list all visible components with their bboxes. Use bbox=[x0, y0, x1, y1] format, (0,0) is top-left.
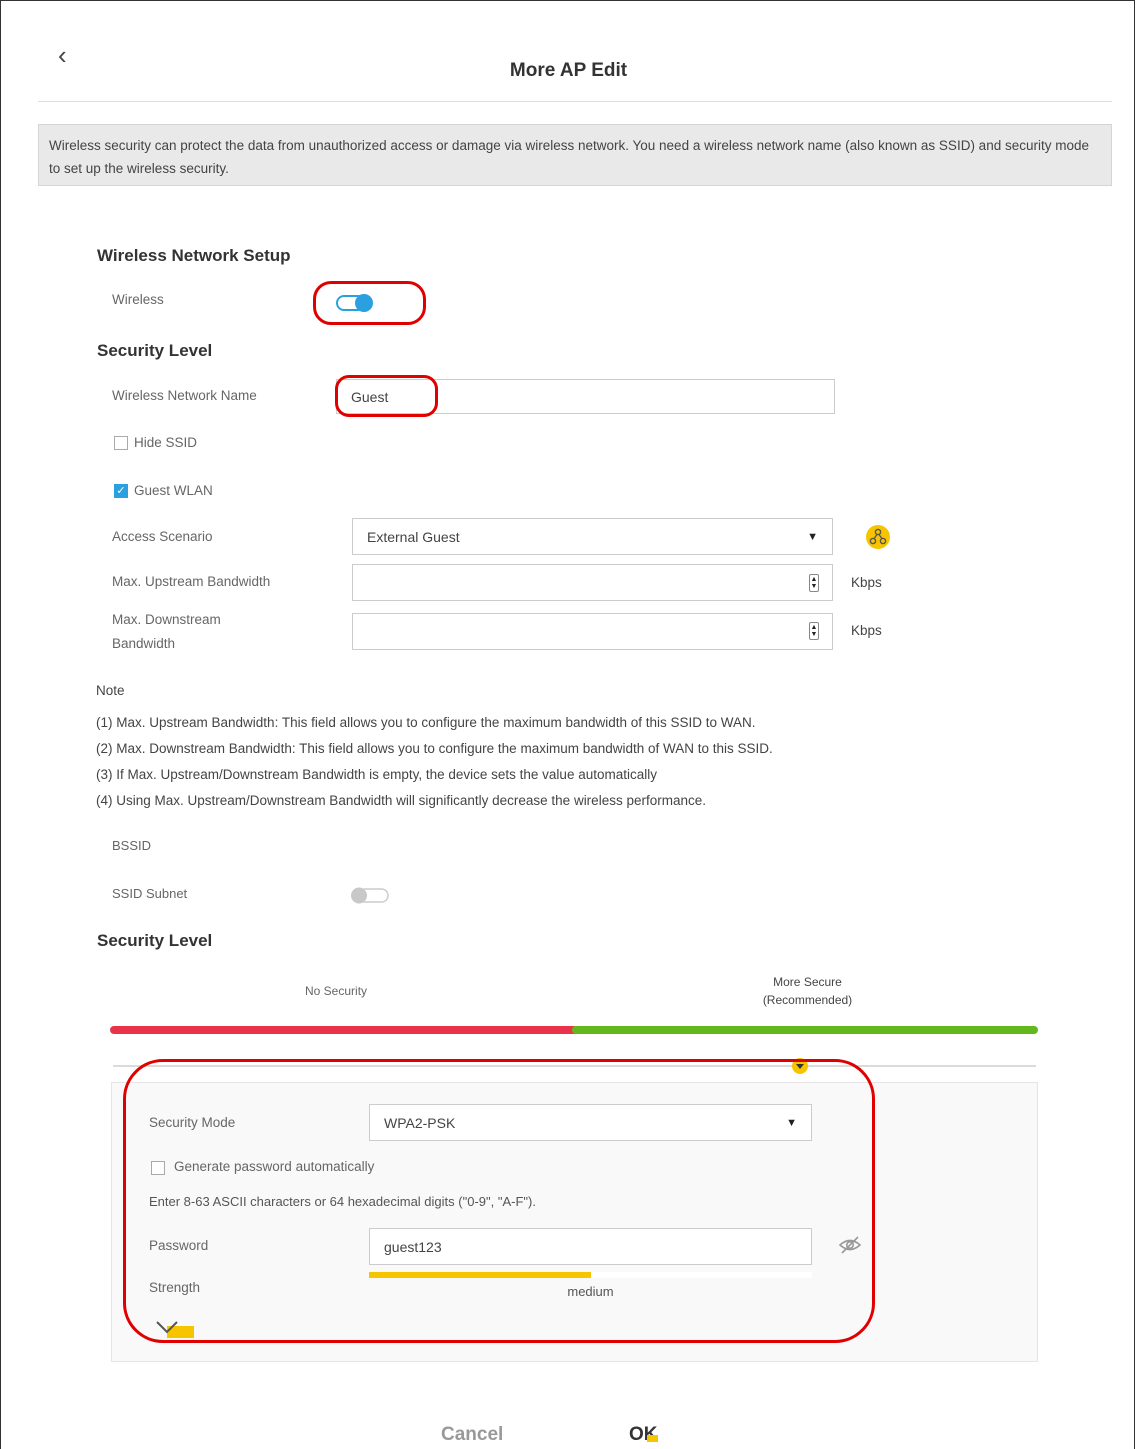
note-line: (2) Max. Downstream Bandwidth: This fiel… bbox=[96, 741, 773, 756]
note-line: (3) If Max. Upstream/Downstream Bandwidt… bbox=[96, 767, 657, 782]
downstream-input[interactable] bbox=[352, 613, 833, 650]
upstream-input[interactable] bbox=[352, 564, 833, 601]
downstream-spinner[interactable]: ▲ ▼ bbox=[809, 622, 819, 640]
ssid-label: Wireless Network Name bbox=[112, 388, 257, 403]
strength-bar bbox=[369, 1272, 591, 1278]
hide-ssid-label: Hide SSID bbox=[134, 435, 198, 450]
strength-track bbox=[369, 1272, 812, 1278]
wireless-setup-heading: Wireless Network Setup bbox=[97, 246, 291, 265]
ssid-subnet-label: SSID Subnet bbox=[112, 886, 188, 901]
note-line: (1) Max. Upstream Bandwidth: This field … bbox=[96, 715, 756, 730]
generate-password-label: Generate password automatically bbox=[174, 1159, 375, 1174]
upstream-spinner[interactable]: ▲ ▼ bbox=[809, 574, 819, 592]
security-level-heading-2: Security Level bbox=[97, 931, 213, 950]
no-security-label: No Security bbox=[305, 984, 368, 998]
password-hint: Enter 8-63 ASCII characters or 64 hexade… bbox=[149, 1194, 536, 1209]
hide-ssid-checkbox[interactable] bbox=[114, 436, 128, 450]
wireless-label: Wireless bbox=[112, 292, 164, 307]
note-title: Note bbox=[96, 683, 125, 698]
downstream-label-line2: Bandwidth bbox=[112, 636, 176, 651]
generate-password-checkbox[interactable] bbox=[151, 1161, 165, 1175]
downstream-label-line1: Max. Downstream bbox=[112, 612, 221, 627]
upstream-label: Max. Upstream Bandwidth bbox=[112, 574, 271, 589]
caret-down-icon: ▼ bbox=[786, 1116, 797, 1129]
access-scenario-value: External Guest bbox=[367, 528, 460, 545]
strength-value: medium bbox=[567, 1284, 614, 1299]
password-label: Password bbox=[149, 1238, 209, 1253]
recommended-label: (Recommended) bbox=[762, 993, 853, 1007]
eye-off-icon[interactable] bbox=[838, 1235, 862, 1255]
collapse-chevron-icon[interactable] bbox=[153, 1320, 195, 1340]
upstream-unit: Kbps bbox=[851, 575, 882, 590]
ok-button[interactable]: OK bbox=[629, 1424, 658, 1446]
divider bbox=[38, 101, 1112, 102]
more-secure-label: More Secure bbox=[773, 975, 842, 989]
cancel-button[interactable]: Cancel bbox=[441, 1424, 503, 1446]
wireless-toggle[interactable] bbox=[336, 292, 376, 314]
page-title: More AP Edit bbox=[509, 60, 628, 81]
password-input[interactable]: guest123 bbox=[369, 1228, 812, 1265]
highlight-ssid bbox=[335, 375, 438, 417]
network-topology-icon[interactable] bbox=[866, 525, 890, 549]
caret-down-icon: ▼ bbox=[807, 530, 818, 543]
info-banner: Wireless security can protect the data f… bbox=[38, 124, 1112, 186]
security-mode-select[interactable]: WPA2-PSK ▼ bbox=[369, 1104, 812, 1141]
guest-wlan-label: Guest WLAN bbox=[134, 483, 213, 498]
downstream-unit: Kbps bbox=[851, 623, 882, 638]
note-line: (4) Using Max. Upstream/Downstream Bandw… bbox=[96, 793, 706, 808]
ok-accent bbox=[647, 1435, 658, 1442]
security-level-heading: Security Level bbox=[97, 341, 213, 360]
strength-label: Strength bbox=[149, 1280, 201, 1295]
security-mode-value: WPA2-PSK bbox=[384, 1114, 456, 1131]
access-scenario-select[interactable]: External Guest ▼ bbox=[352, 518, 833, 555]
ssid-subnet-toggle[interactable] bbox=[350, 886, 390, 906]
security-mode-label: Security Mode bbox=[149, 1115, 236, 1130]
guest-wlan-checkbox[interactable]: ✓ bbox=[114, 484, 128, 498]
bssid-label: BSSID bbox=[112, 838, 152, 853]
access-scenario-label: Access Scenario bbox=[112, 529, 213, 544]
